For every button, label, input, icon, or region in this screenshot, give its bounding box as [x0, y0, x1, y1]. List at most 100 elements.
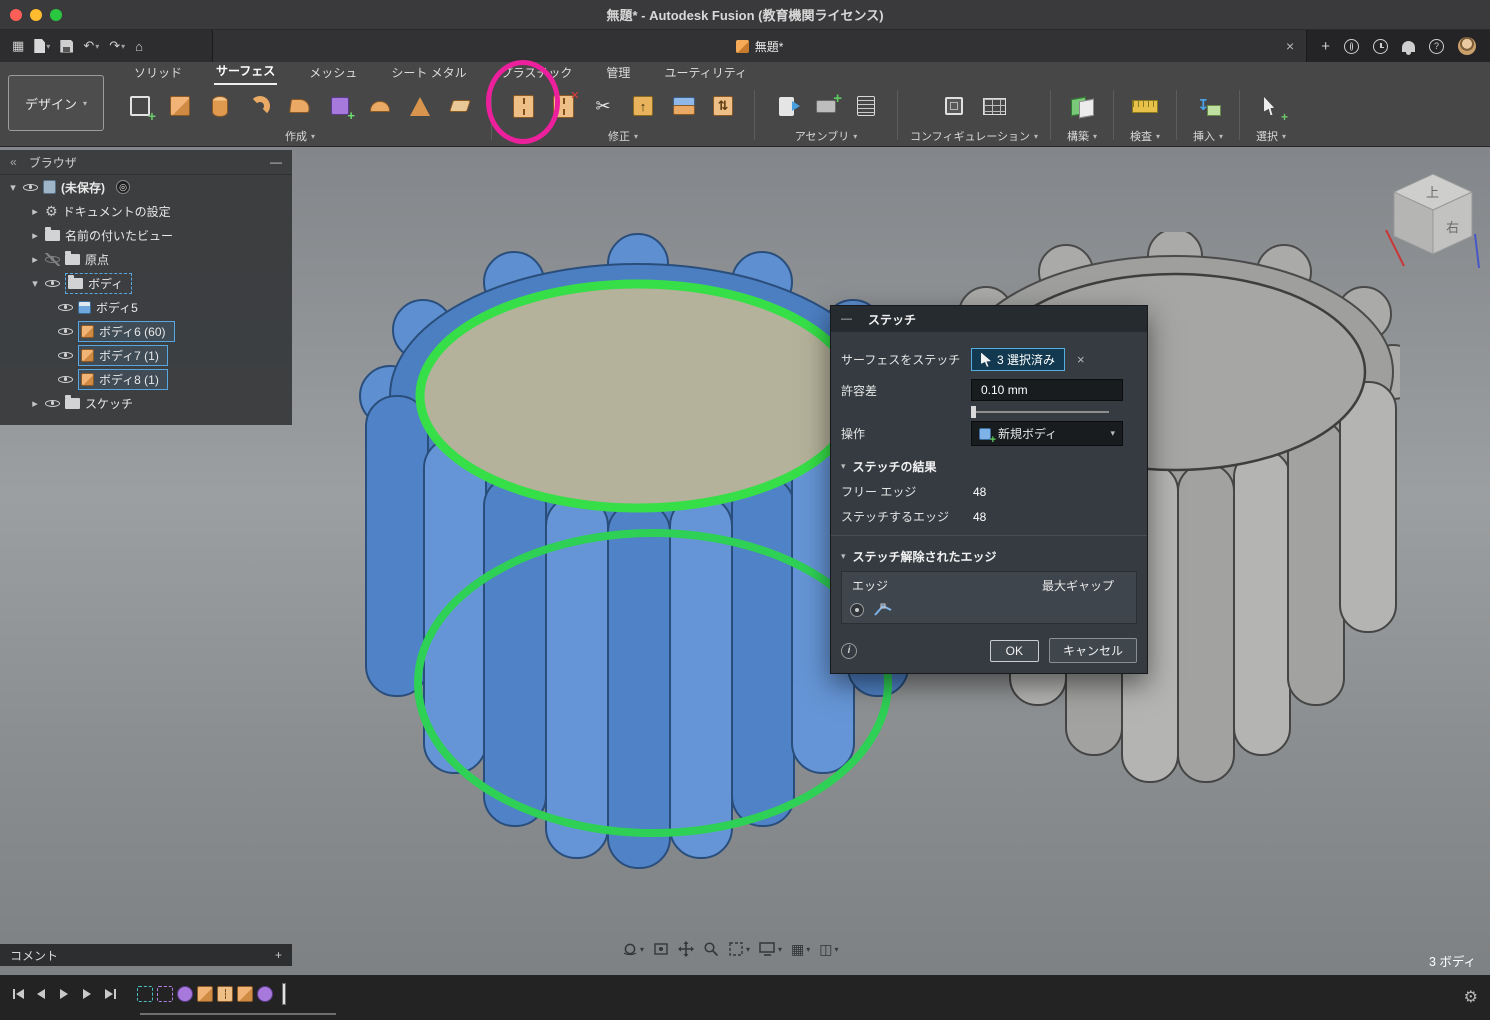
zoom-button[interactable]: [703, 941, 719, 957]
timeline-track[interactable]: [140, 1013, 336, 1015]
job-status-icon[interactable]: [1373, 39, 1388, 54]
ok-button[interactable]: OK: [990, 640, 1039, 662]
measure-button[interactable]: [1126, 86, 1164, 126]
file-menu-button[interactable]: ▾: [30, 30, 54, 62]
bom-button[interactable]: [847, 86, 885, 126]
extend-button[interactable]: ↑: [624, 86, 662, 126]
fit-button[interactable]: ▾: [728, 941, 750, 957]
browser-item-body7[interactable]: ボディ7 (1): [0, 343, 292, 367]
visibility-eye-icon[interactable]: [23, 181, 38, 194]
browser-item-body6[interactable]: ボディ6 (60): [0, 319, 292, 343]
browser-item-document-root[interactable]: ▾ (未保存) ◎: [0, 175, 292, 199]
loft-button[interactable]: [281, 86, 319, 126]
timeline-body-feature-icon[interactable]: [197, 986, 213, 1002]
create-group-label[interactable]: 作成▾: [285, 128, 315, 144]
insert-button[interactable]: ↧: [1189, 86, 1227, 126]
tab-sheet-metal[interactable]: シート メタル: [389, 62, 468, 85]
expand-arrow-icon[interactable]: ▸: [30, 253, 40, 266]
inspect-group-label[interactable]: 検査▾: [1130, 128, 1160, 144]
milestone-badge-icon[interactable]: ◎: [116, 180, 130, 194]
tolerance-input[interactable]: 0.10 mm: [971, 379, 1123, 401]
dialog-collapse-icon[interactable]: —: [841, 313, 852, 325]
configure-button[interactable]: [935, 86, 973, 126]
redo-button[interactable]: ↷▾: [105, 30, 129, 62]
configuration-table-button[interactable]: [975, 86, 1013, 126]
unstitched-edges-section-header[interactable]: ▾ ステッチ解除されたエッジ: [841, 548, 1137, 565]
close-window-button[interactable]: [10, 9, 22, 21]
user-avatar[interactable]: [1458, 37, 1476, 55]
tab-mesh[interactable]: メッシュ: [307, 62, 359, 85]
surface-selection-chip[interactable]: 3 選択済み: [971, 348, 1065, 371]
zoom-window-button[interactable]: [50, 9, 62, 21]
expand-arrow-icon[interactable]: ▾: [8, 181, 18, 194]
insert-group-label[interactable]: 挿入▾: [1193, 128, 1223, 144]
new-document-tab-button[interactable]: +: [1321, 38, 1330, 55]
expand-arrow-icon[interactable]: ▸: [30, 229, 40, 242]
document-tab[interactable]: 無題* ×: [212, 30, 1307, 62]
create-form-button[interactable]: [321, 86, 359, 126]
new-component-button[interactable]: [767, 86, 805, 126]
stitch-results-section-header[interactable]: ▾ ステッチの結果: [841, 458, 1137, 475]
close-tab-icon[interactable]: ×: [1286, 38, 1294, 54]
offset-button[interactable]: [441, 86, 479, 126]
info-icon[interactable]: i: [841, 643, 857, 659]
construction-plane-button[interactable]: [1063, 86, 1101, 126]
tab-surface[interactable]: サーフェス: [214, 60, 277, 85]
browser-item-sketches[interactable]: ▸ スケッチ: [0, 391, 292, 415]
modify-group-label[interactable]: 修正▾: [608, 128, 638, 144]
timeline-stitch-feature-icon[interactable]: [217, 986, 233, 1002]
look-at-button[interactable]: [653, 941, 669, 957]
browser-item-origin[interactable]: ▸ 原点: [0, 247, 292, 271]
minimize-window-button[interactable]: [30, 9, 42, 21]
browser-item-named-views[interactable]: ▸ 名前の付いたビュー: [0, 223, 292, 247]
save-button[interactable]: [56, 30, 77, 62]
unstitch-button[interactable]: [544, 86, 582, 126]
home-button[interactable]: ⌂: [131, 30, 147, 62]
grid-snap-button[interactable]: ▦ ▾: [791, 942, 810, 956]
assemble-group-label[interactable]: アセンブリ▾: [795, 128, 857, 144]
cancel-button[interactable]: キャンセル: [1049, 638, 1137, 663]
ruled-surface-button[interactable]: [401, 86, 439, 126]
minimize-browser-icon[interactable]: —: [270, 155, 282, 169]
construct-group-label[interactable]: 構築▾: [1067, 128, 1097, 144]
tab-manage[interactable]: 管理: [604, 62, 632, 85]
browser-item-body5[interactable]: ボディ5: [0, 295, 292, 319]
display-settings-button[interactable]: ▾: [759, 941, 782, 957]
clear-selection-icon[interactable]: ×: [1077, 352, 1085, 367]
browser-item-document-settings[interactable]: ▸ ⚙ ドキュメントの設定: [0, 199, 292, 223]
timeline-step-back-button[interactable]: [31, 983, 51, 1005]
online-status-icon[interactable]: [1344, 39, 1359, 54]
app-grid-icon[interactable]: ▦: [8, 30, 28, 62]
expand-arrow-icon[interactable]: ▾: [30, 277, 40, 290]
timeline-sketch-feature-icon[interactable]: [137, 986, 153, 1002]
timeline-form-feature-icon[interactable]: [257, 986, 273, 1002]
trim-button[interactable]: ✂: [584, 86, 622, 126]
timeline-skip-start-button[interactable]: [8, 983, 28, 1005]
notifications-bell-icon[interactable]: [1402, 41, 1415, 52]
stitch-button[interactable]: [504, 86, 542, 126]
orbit-button[interactable]: ▾: [622, 941, 644, 957]
create-sketch-button[interactable]: [121, 86, 159, 126]
slider-handle[interactable]: [971, 406, 976, 418]
select-button[interactable]: +: [1252, 86, 1290, 126]
comments-bar[interactable]: コメント +: [0, 944, 292, 966]
visibility-eye-icon[interactable]: [45, 277, 60, 290]
collapse-panel-icon[interactable]: «: [10, 155, 17, 169]
reverse-normal-button[interactable]: ⇅: [704, 86, 742, 126]
visibility-eye-icon[interactable]: [58, 349, 73, 362]
add-comment-icon[interactable]: +: [275, 948, 282, 962]
select-group-label[interactable]: 選択▾: [1256, 128, 1286, 144]
visibility-eye-icon[interactable]: [45, 397, 60, 410]
tab-utilities[interactable]: ユーティリティ: [662, 62, 749, 85]
expand-arrow-icon[interactable]: ▸: [30, 397, 40, 410]
visibility-eye-icon[interactable]: [58, 325, 73, 338]
visibility-eye-icon[interactable]: [58, 301, 73, 314]
timeline-play-button[interactable]: [54, 983, 74, 1005]
sweep-button[interactable]: [241, 86, 279, 126]
table-row[interactable]: [842, 597, 1136, 623]
browser-item-body8[interactable]: ボディ8 (1): [0, 367, 292, 391]
revolve-button[interactable]: [201, 86, 239, 126]
workspace-selector-button[interactable]: デザイン ▾: [8, 75, 104, 131]
extrude-button[interactable]: [161, 86, 199, 126]
timeline-body-feature-icon[interactable]: [237, 986, 253, 1002]
